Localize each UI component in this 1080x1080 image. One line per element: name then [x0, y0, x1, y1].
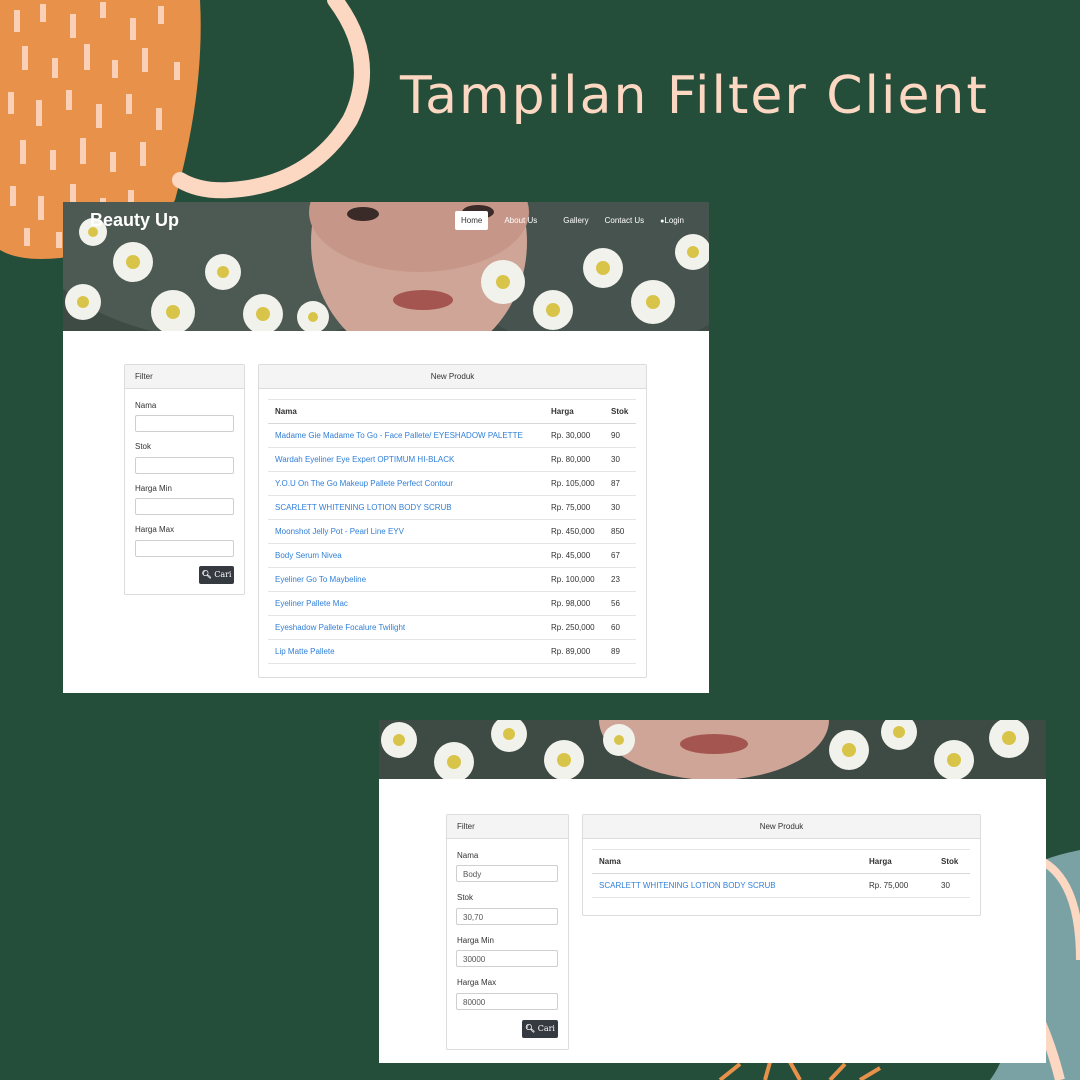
page-title: Tampilan Filter Client: [400, 66, 989, 126]
col-stok: Stok: [604, 399, 636, 424]
cell-harga: Rp. 75,000: [544, 495, 604, 520]
filter-card: Filter Nama Body Stok 30,70 Harga Min 30…: [446, 814, 569, 1050]
input-harga-max[interactable]: 80000: [456, 993, 558, 1010]
search-icon: 🔍︎: [201, 570, 212, 579]
label-harga-max: Harga Max: [457, 978, 497, 987]
cell-harga: Rp. 80,000: [544, 447, 604, 472]
table-row: Y.O.U On The Go Makeup Pallete Perfect C…: [268, 471, 636, 496]
input-nama[interactable]: Body: [456, 865, 558, 882]
screenshot-filtered: Filter Nama Body Stok 30,70 Harga Min 30…: [379, 720, 1046, 1063]
product-link[interactable]: Body Serum Nivea: [268, 543, 544, 568]
cell-stok: 67: [604, 543, 636, 568]
cell-harga: Rp. 250,000: [544, 615, 604, 640]
nav-login[interactable]: ●Login: [654, 212, 690, 229]
col-stok: Stok: [934, 849, 970, 874]
cell-stok: 30: [934, 873, 970, 898]
hero-banner: Beauty Up Home About Us Gallery Contact …: [63, 202, 709, 331]
filter-header: Filter: [125, 365, 244, 389]
label-nama: Nama: [457, 851, 479, 860]
col-nama: Nama: [592, 849, 862, 874]
nav-contact-us[interactable]: Contact Us: [599, 212, 651, 229]
hero-banner-cropped: [379, 720, 1046, 779]
product-link[interactable]: Eyeliner Pallete Mac: [268, 591, 544, 616]
input-stok[interactable]: 30,70: [456, 908, 558, 925]
screenshot-unfiltered: Beauty Up Home About Us Gallery Contact …: [63, 202, 709, 693]
input-harga-min[interactable]: 30000: [456, 950, 558, 967]
cell-harga: Rp. 100,000: [544, 567, 604, 592]
produk-card: New Produk Nama Harga Stok Madame Gie Ma…: [258, 364, 647, 678]
input-nama[interactable]: [135, 415, 234, 432]
table-row: SCARLETT WHITENING LOTION BODY SCRUB Rp. …: [268, 495, 636, 520]
table-row: Eyeshadow Pallete Focalure Twilight Rp. 2…: [268, 615, 636, 640]
table-row: Moonshot Jelly Pot - Pearl Line EYV Rp. 4…: [268, 519, 636, 544]
table-header-row: Nama Harga Stok: [592, 849, 970, 874]
produk-header: New Produk: [583, 815, 980, 839]
main-nav: Home About Us Gallery Contact Us ●Login: [455, 211, 694, 230]
cell-harga: Rp. 450,000: [544, 519, 604, 544]
label-nama: Nama: [135, 401, 157, 410]
cell-stok: 30: [604, 447, 636, 472]
col-harga: Harga: [862, 849, 934, 874]
product-link[interactable]: Moonshot Jelly Pot - Pearl Line EYV: [268, 519, 544, 544]
cell-harga: Rp. 98,000: [544, 591, 604, 616]
label-harga-min: Harga Min: [457, 936, 494, 945]
produk-table: Nama Harga Stok Madame Gie Madame To Go …: [268, 399, 636, 664]
product-link[interactable]: Y.O.U On The Go Makeup Pallete Perfect C…: [268, 471, 544, 496]
search-button-label: Cari: [214, 570, 232, 579]
cell-stok: 23: [604, 567, 636, 592]
table-row: Body Serum Nivea Rp. 45,000 67: [268, 543, 636, 568]
table-row: Madame Gie Madame To Go - Face Pallete/ …: [268, 423, 636, 448]
product-link[interactable]: SCARLETT WHITENING LOTION BODY SCRUB: [268, 495, 544, 520]
product-link[interactable]: Eyeliner Go To Maybeline: [268, 567, 544, 592]
product-link[interactable]: Madame Gie Madame To Go - Face Pallete/ …: [268, 423, 544, 448]
search-button-label: Cari: [537, 1024, 555, 1033]
label-stok: Stok: [135, 442, 152, 451]
cell-stok: 56: [604, 591, 636, 616]
brand-logo[interactable]: Beauty Up: [90, 210, 179, 231]
cell-stok: 87: [604, 471, 636, 496]
cell-harga: Rp. 30,000: [544, 423, 604, 448]
nav-login-label: Login: [664, 216, 684, 225]
input-harga-max[interactable]: [135, 540, 234, 557]
cell-stok: 89: [604, 639, 636, 664]
table-row: Lip Matte Pallete Rp. 89,000 89: [268, 639, 636, 664]
cell-stok: 60: [604, 615, 636, 640]
product-link[interactable]: Lip Matte Pallete: [268, 639, 544, 664]
nav-about-us[interactable]: About Us: [498, 212, 543, 229]
label-harga-min: Harga Min: [135, 484, 172, 493]
search-button[interactable]: 🔍︎ Cari: [199, 566, 234, 584]
produk-card: New Produk Nama Harga Stok SCARLETT WHIT…: [582, 814, 981, 916]
filter-card: Filter Nama Stok Harga Min Harga Max 🔍︎ …: [124, 364, 245, 595]
table-row: SCARLETT WHITENING LOTION BODY SCRUB Rp. …: [592, 873, 970, 898]
label-stok: Stok: [457, 893, 474, 902]
product-link[interactable]: Eyeshadow Pallete Focalure Twilight: [268, 615, 544, 640]
search-icon: 🔍︎: [525, 1024, 536, 1033]
cell-harga: Rp. 89,000: [544, 639, 604, 664]
product-link[interactable]: Wardah Eyeliner Eye Expert OPTIMUM HI-BL…: [268, 447, 544, 472]
cell-harga: Rp. 105,000: [544, 471, 604, 496]
table-row: Eyeliner Go To Maybeline Rp. 100,000 23: [268, 567, 636, 592]
input-stok[interactable]: [135, 457, 234, 474]
cell-stok: 90: [604, 423, 636, 448]
produk-header: New Produk: [259, 365, 646, 389]
input-harga-min[interactable]: [135, 498, 234, 515]
col-harga: Harga: [544, 399, 604, 424]
search-button[interactable]: 🔍︎ Cari: [522, 1020, 558, 1038]
cell-stok: 850: [604, 519, 636, 544]
table-row: Eyeliner Pallete Mac Rp. 98,000 56: [268, 591, 636, 616]
cell-harga: Rp. 75,000: [862, 873, 934, 898]
produk-table: Nama Harga Stok SCARLETT WHITENING LOTIO…: [592, 849, 970, 898]
product-link[interactable]: SCARLETT WHITENING LOTION BODY SCRUB: [592, 873, 862, 898]
label-harga-max: Harga Max: [135, 525, 175, 534]
table-header-row: Nama Harga Stok: [268, 399, 636, 424]
nav-home[interactable]: Home: [455, 211, 489, 230]
cell-stok: 30: [604, 495, 636, 520]
filter-header: Filter: [447, 815, 568, 839]
nav-gallery[interactable]: Gallery: [557, 212, 594, 229]
cell-harga: Rp. 45,000: [544, 543, 604, 568]
col-nama: Nama: [268, 399, 544, 424]
table-row: Wardah Eyeliner Eye Expert OPTIMUM HI-BL…: [268, 447, 636, 472]
